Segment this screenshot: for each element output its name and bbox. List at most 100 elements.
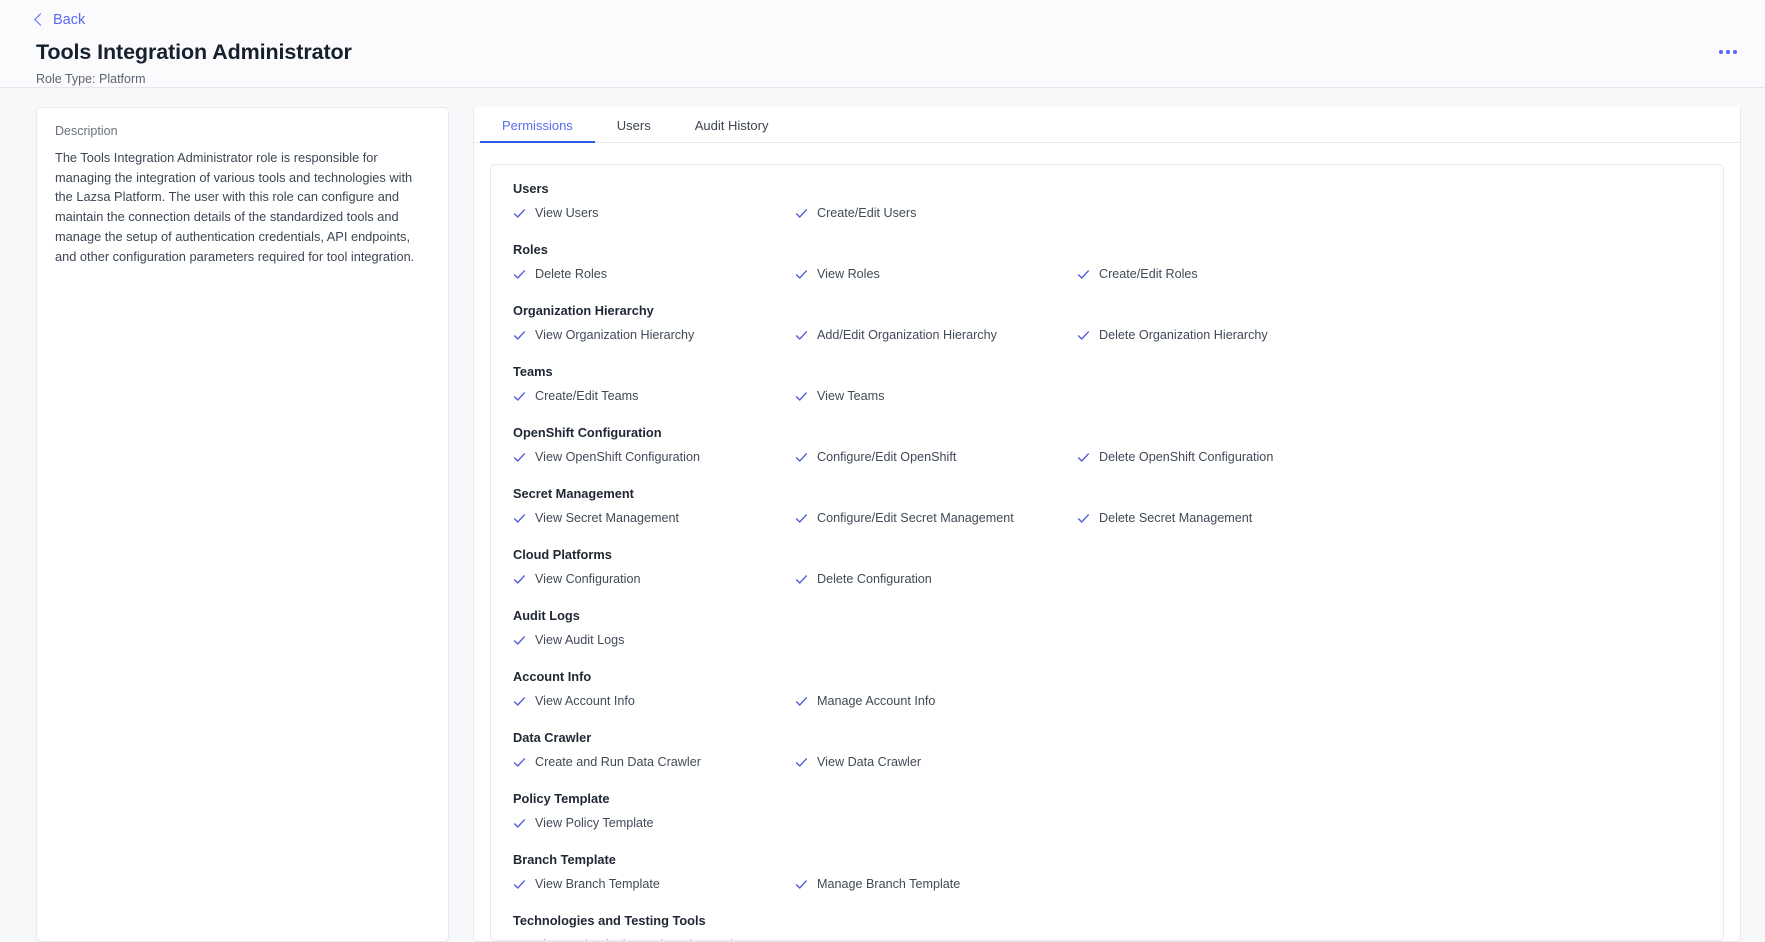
permission-item: View Account Info — [513, 693, 795, 710]
permission-item-label: View Data Crawler — [817, 755, 922, 770]
check-icon — [513, 634, 526, 647]
permission-item-label: Delete OpenShift Configuration — [1099, 450, 1274, 465]
permission-group-title: Technologies and Testing Tools — [513, 913, 706, 928]
permission-item-label: View Secret Management — [535, 511, 679, 526]
check-icon — [513, 695, 526, 708]
permission-item-label: View Roles — [817, 267, 880, 282]
permissions-card: Users View Users Create/Edit Users Roles Del… — [490, 164, 1724, 941]
check-icon — [1077, 268, 1090, 281]
permission-group: Data Crawler Create and Run Data Crawler V… — [491, 730, 1723, 771]
check-icon — [513, 390, 526, 403]
check-icon — [513, 451, 526, 464]
permission-group: Audit Logs View Audit Logs — [491, 608, 1723, 649]
permission-item: Delete OpenShift Configuration — [1077, 449, 1701, 466]
permission-item-label: Delete Roles — [535, 267, 608, 282]
check-icon — [795, 207, 808, 220]
check-icon — [513, 817, 526, 830]
permission-group: Policy Template View Policy Template — [491, 791, 1723, 832]
permission-item: View OpenShift Configuration — [513, 449, 795, 466]
permission-item: View Branch Template — [513, 876, 795, 893]
permission-group-items: View Audit Logs — [513, 632, 1701, 649]
tab-users[interactable]: Users — [595, 119, 673, 142]
permission-group: Technologies and Testing Tools View Techn… — [491, 913, 1723, 940]
check-icon — [1077, 329, 1090, 342]
permission-item: View Secret Management — [513, 510, 795, 527]
check-icon — [795, 573, 808, 586]
permission-group: Teams Create/Edit Teams View Teams — [491, 364, 1723, 405]
tab-audit-history[interactable]: Audit History — [673, 119, 791, 142]
permission-item: View Audit Logs — [513, 632, 795, 649]
permission-group-title: Organization Hierarchy — [513, 303, 654, 318]
permission-item-label: View OpenShift Configuration — [535, 450, 700, 465]
permission-item-label: Create/Edit Roles — [1099, 267, 1198, 282]
permission-item-label: Configure/Edit Secret Management — [817, 511, 1014, 526]
permission-item: Add/Edit Organization Hierarchy — [795, 327, 1077, 344]
permission-group-items: View Branch Template Manage Branch Templa… — [513, 876, 1701, 893]
check-icon — [1077, 451, 1090, 464]
more-options-icon[interactable] — [1711, 44, 1745, 60]
tab-permissions[interactable]: Permissions — [480, 119, 595, 143]
permission-group-title: Account Info — [513, 669, 592, 684]
permission-item: Delete Organization Hierarchy — [1077, 327, 1701, 344]
permission-group: Secret Management View Secret Management C… — [491, 486, 1723, 527]
check-icon — [513, 878, 526, 891]
check-icon — [513, 207, 526, 220]
check-icon — [795, 512, 808, 525]
permission-item-label: Create and Run Data Crawler — [535, 755, 701, 770]
permission-item-label: View Users — [535, 206, 599, 221]
permission-item-label: Manage Account Info — [817, 694, 936, 709]
permission-item-label: View Technologies and Testing Tools Conf… — [535, 939, 795, 940]
permission-group-title: Audit Logs — [513, 608, 580, 623]
permission-group: Cloud Platforms View Configuration Delete … — [491, 547, 1723, 588]
permission-group: Roles Delete Roles View Roles Create/Edit R… — [491, 242, 1723, 283]
permission-item: Create and Run Data Crawler — [513, 754, 795, 771]
main-panel: Permissions Users Audit History Users View … — [473, 107, 1741, 942]
description-text: The Tools Integration Administrator role… — [55, 150, 415, 264]
permission-group-title: Branch Template — [513, 852, 616, 867]
check-icon — [795, 268, 808, 281]
permission-item-label: Delete Configuration — [817, 572, 932, 587]
permission-item: View Roles — [795, 266, 1077, 283]
permission-group-items: View Secret Management Configure/Edit Sec… — [513, 510, 1701, 527]
check-icon — [513, 573, 526, 586]
chevron-left-icon — [34, 13, 47, 26]
kebab-dot — [1719, 50, 1723, 54]
permission-item-label: Delete Organization Hierarchy — [1099, 328, 1268, 343]
permission-group-title: Cloud Platforms — [513, 547, 612, 562]
back-label: Back — [53, 11, 86, 28]
permission-item: Delete Secret Management — [1077, 510, 1701, 527]
kebab-dot — [1733, 50, 1737, 54]
check-icon — [513, 756, 526, 769]
permission-item-label: View Policy Template — [535, 816, 654, 831]
permission-group-items: View Organization Hierarchy Add/Edit Orga… — [513, 327, 1701, 344]
permission-group-title: Data Crawler — [513, 730, 592, 745]
permission-item-label: View Audit Logs — [535, 633, 625, 648]
check-icon — [1077, 512, 1090, 525]
permission-group-items: Delete Roles View Roles Create/Edit Roles — [513, 266, 1701, 283]
page-title: Tools Integration Administrator — [36, 40, 352, 64]
permission-item: Create/Edit Teams — [513, 388, 795, 405]
permission-group-items: Create/Edit Teams View Teams — [513, 388, 1701, 405]
permission-group-items: View Users Create/Edit Users — [513, 205, 1701, 222]
permission-group-title: Users — [513, 181, 549, 196]
permission-item-label: Add/Edit Organization Hierarchy — [817, 328, 997, 343]
permission-item: Delete Roles — [513, 266, 795, 283]
permission-item-label: View Organization Hierarchy — [535, 328, 695, 343]
permission-item-label: View Branch Template — [535, 877, 660, 892]
permission-item-label: Create/Edit Teams — [535, 389, 639, 404]
permission-item: Create/Edit Roles — [1077, 266, 1701, 283]
permission-item-label: Configure/Edit OpenShift — [817, 450, 957, 465]
permission-group: Organization Hierarchy View Organization … — [491, 303, 1723, 344]
permission-item: Configure/Edit OpenShift — [795, 449, 1077, 466]
permission-item-label: View Account Info — [535, 694, 635, 709]
permission-group: Account Info View Account Info Manage Acco… — [491, 669, 1723, 710]
kebab-dot — [1726, 50, 1730, 54]
back-link[interactable]: Back — [34, 11, 86, 28]
tab-bar: Permissions Users Audit History — [474, 107, 1740, 143]
permission-item: View Configuration — [513, 571, 795, 588]
permission-group-title: Teams — [513, 364, 553, 379]
permission-item: View Data Crawler — [795, 754, 1077, 771]
permission-item-label: Delete Secret Management — [1099, 511, 1253, 526]
permission-group-items: View Policy Template — [513, 815, 1701, 832]
permission-item-label: View Configuration — [535, 572, 641, 587]
